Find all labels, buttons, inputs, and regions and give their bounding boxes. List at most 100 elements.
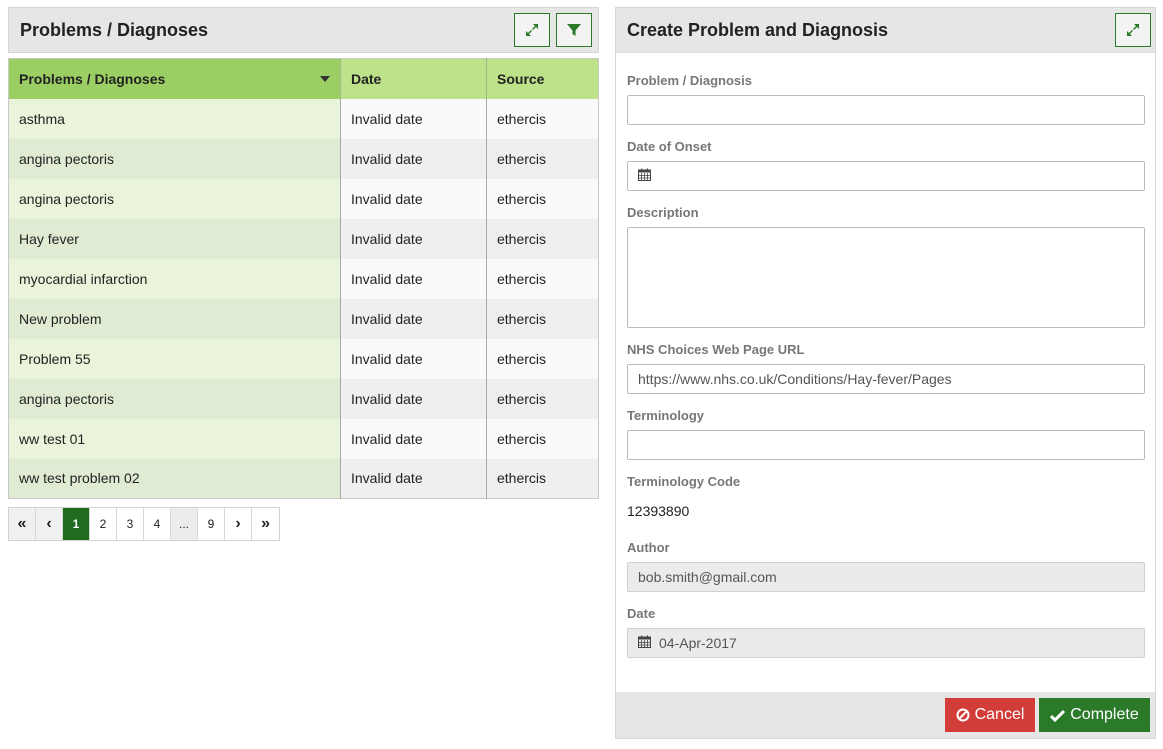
last-page-button[interactable]: » [252,508,280,540]
expand-button[interactable] [514,13,550,47]
terminology-code-value: 12393890 [627,503,690,519]
table-row[interactable]: Hay fever Invalid date ethercis [8,218,599,259]
cell-date: Invalid date [340,298,487,339]
cell-problem: New problem [8,298,341,339]
form-footer: Cancel Complete [616,692,1155,738]
cell-source: ethercis [486,458,599,499]
ban-icon [956,708,970,722]
create-problem-panel: Create Problem and Diagnosis Problem / D… [615,7,1156,739]
cell-problem: angina pectoris [8,178,341,219]
page-button-2[interactable]: 2 [90,508,117,540]
column-header-label: Date [351,70,382,87]
table-header-row: Problems / Diagnoses Date Source [8,58,599,99]
cell-source: ethercis [486,218,599,259]
cell-date: Invalid date [340,258,487,299]
cell-date: Invalid date [340,98,487,139]
column-header-source[interactable]: Source [486,58,599,99]
cell-problem: asthma [8,98,341,139]
cell-problem: Problem 55 [8,338,341,379]
table-row[interactable]: New problem Invalid date ethercis [8,298,599,339]
author-input: bob.smith@gmail.com [627,562,1145,592]
check-icon [1050,709,1066,722]
first-page-button[interactable]: « [9,508,36,540]
sort-caret-icon [320,76,330,82]
cell-date: Invalid date [340,378,487,419]
expand-button[interactable] [1115,13,1151,47]
cell-problem: angina pectoris [8,138,341,179]
expand-icon [526,24,538,36]
cell-date: Invalid date [340,178,487,219]
date-value: 04-Apr-2017 [659,635,737,651]
cancel-label: Cancel [974,706,1025,723]
pagination: « ‹ 1 2 3 4 ... 9 › » [8,507,281,541]
cell-source: ethercis [486,178,599,219]
description-label: Description [627,205,699,220]
column-header-label: Problems / Diagnoses [19,70,166,87]
cell-problem: ww test problem 02 [8,458,341,499]
cell-source: ethercis [486,378,599,419]
cell-problem: angina pectoris [8,378,341,419]
cell-problem: myocardial infarction [8,258,341,299]
terminology-input[interactable] [627,430,1145,460]
table-row[interactable]: Problem 55 Invalid date ethercis [8,338,599,379]
page-ellipsis: ... [171,508,199,540]
cell-source: ethercis [486,98,599,139]
cell-problem: Hay fever [8,218,341,259]
next-page-button[interactable]: › [225,508,253,540]
panel-title: Problems / Diagnoses [20,19,209,40]
filter-icon [567,24,581,36]
problem-input[interactable] [627,95,1145,125]
create-panel-header: Create Problem and Diagnosis [616,8,1155,53]
nhs-url-label: NHS Choices Web Page URL [627,342,805,357]
cell-source: ethercis [486,138,599,179]
onset-date-input[interactable] [627,161,1145,191]
page-button-3[interactable]: 3 [117,508,144,540]
table-row[interactable]: myocardial infarction Invalid date ether… [8,258,599,299]
problem-label: Problem / Diagnosis [627,73,752,88]
date-input: 04-Apr-2017 [627,628,1145,658]
header-actions [514,13,592,47]
column-header-problem[interactable]: Problems / Diagnoses [8,58,341,99]
prev-page-button[interactable]: ‹ [36,508,63,540]
problems-table: Problems / Diagnoses Date Source asthma … [8,58,599,499]
page-button-1[interactable]: 1 [63,508,90,540]
terminology-code-label: Terminology Code [627,474,741,489]
page-button-4[interactable]: 4 [144,508,171,540]
cell-source: ethercis [486,338,599,379]
table-row[interactable]: angina pectoris Invalid date ethercis [8,138,599,179]
cell-date: Invalid date [340,338,487,379]
calendar-icon [638,168,651,184]
problems-panel-header: Problems / Diagnoses [8,7,599,53]
author-label: Author [627,540,670,555]
problems-panel: Problems / Diagnoses Problems / Diagnose… [8,7,599,502]
cancel-button[interactable]: Cancel [945,698,1035,732]
cell-date: Invalid date [340,458,487,499]
cell-date: Invalid date [340,138,487,179]
terminology-label: Terminology [627,408,705,423]
column-header-date[interactable]: Date [340,58,487,99]
onset-label: Date of Onset [627,139,712,154]
panel-title: Create Problem and Diagnosis [627,19,889,40]
table-row[interactable]: asthma Invalid date ethercis [8,98,599,139]
cell-date: Invalid date [340,418,487,459]
table-row[interactable]: ww test problem 02 Invalid date ethercis [8,458,599,499]
table-row[interactable]: angina pectoris Invalid date ethercis [8,378,599,419]
column-header-label: Source [497,70,545,87]
cell-problem: ww test 01 [8,418,341,459]
calendar-icon [638,635,651,651]
cell-source: ethercis [486,258,599,299]
filter-button[interactable] [556,13,592,47]
page-button-9[interactable]: 9 [198,508,226,540]
create-problem-form: Problem / Diagnosis Date of Onset Descri… [616,73,1155,658]
cell-date: Invalid date [340,218,487,259]
description-textarea[interactable] [627,227,1145,328]
complete-label: Complete [1070,706,1139,723]
table-row[interactable]: ww test 01 Invalid date ethercis [8,418,599,459]
table-row[interactable]: angina pectoris Invalid date ethercis [8,178,599,219]
cell-source: ethercis [486,298,599,339]
complete-button[interactable]: Complete [1039,698,1150,732]
nhs-url-input[interactable]: https://www.nhs.co.uk/Conditions/Hay-fev… [627,364,1145,394]
date-label: Date [627,606,656,621]
cell-source: ethercis [486,418,599,459]
expand-icon [1127,24,1139,36]
